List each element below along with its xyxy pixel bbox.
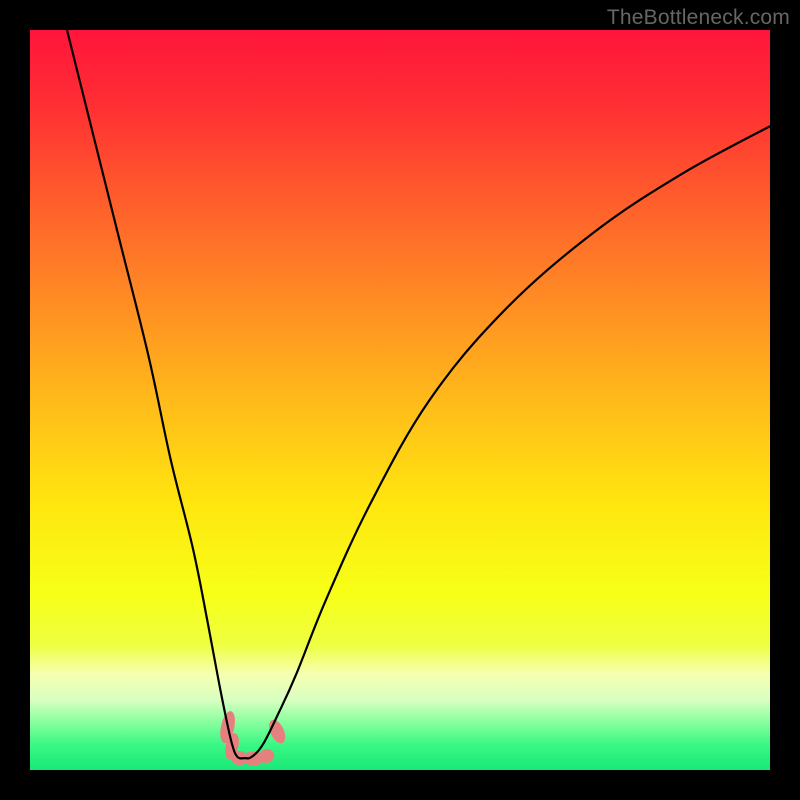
watermark-text: TheBottleneck.com xyxy=(607,6,790,30)
chart-svg xyxy=(30,30,770,770)
gradient-background xyxy=(30,30,770,770)
outer-black-frame: TheBottleneck.com xyxy=(0,0,800,800)
plot-area xyxy=(30,30,770,770)
